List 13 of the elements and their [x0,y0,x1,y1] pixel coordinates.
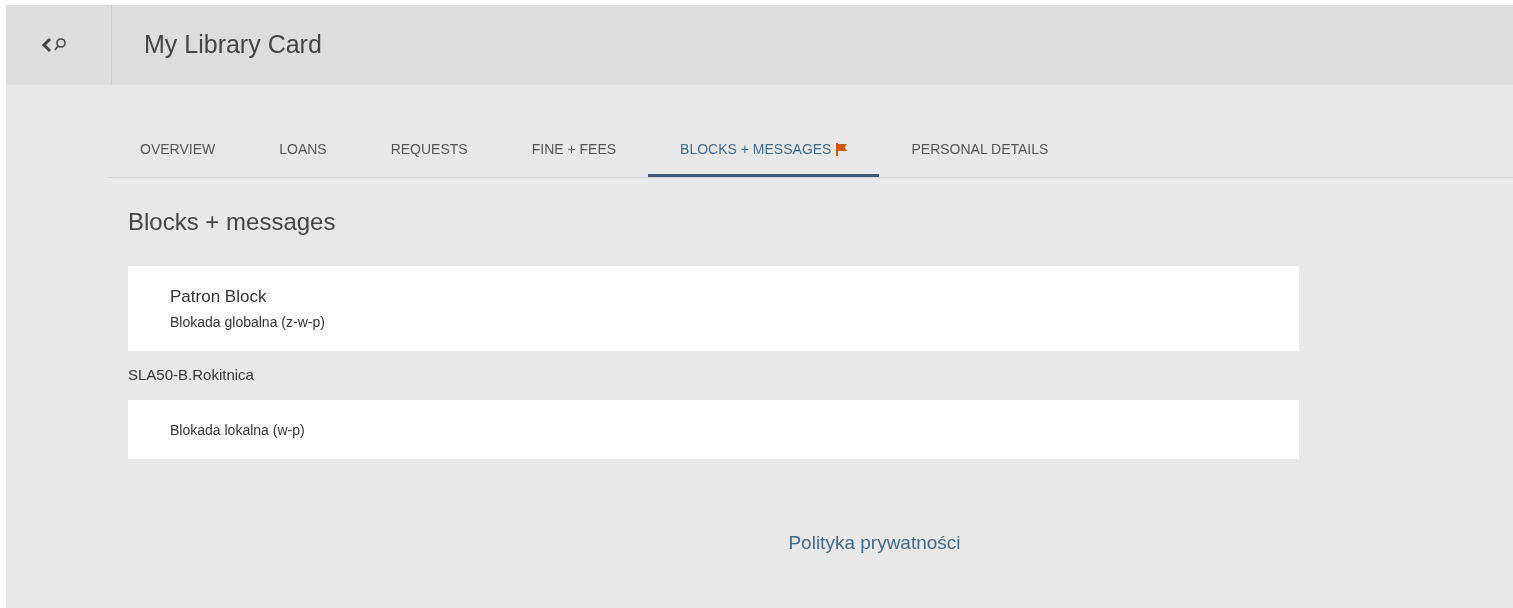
block-description: Blokada lokalna (w-p) [170,421,306,440]
tab[interactable]: OVERVIEW [108,125,248,177]
tab[interactable]: PERSONAL DETAILS [879,125,1081,177]
tab[interactable]: REQUESTS [358,125,500,177]
section-title: Blocks + messages [128,207,337,237]
tab[interactable]: LOANS [247,125,359,177]
page-title: My Library Card [144,29,322,61]
block-description: Blokada globalna (z-w-p) [170,313,326,333]
tab[interactable]: BLOCKS + MESSAGES [648,125,880,177]
block-title: Patron Block [170,285,268,308]
block-group-label: SLA50-B.Rokitnica [128,365,255,385]
tab[interactable]: FINE + FEES [499,125,649,177]
privacy-policy-link[interactable]: Polityka prywatności [788,528,961,557]
